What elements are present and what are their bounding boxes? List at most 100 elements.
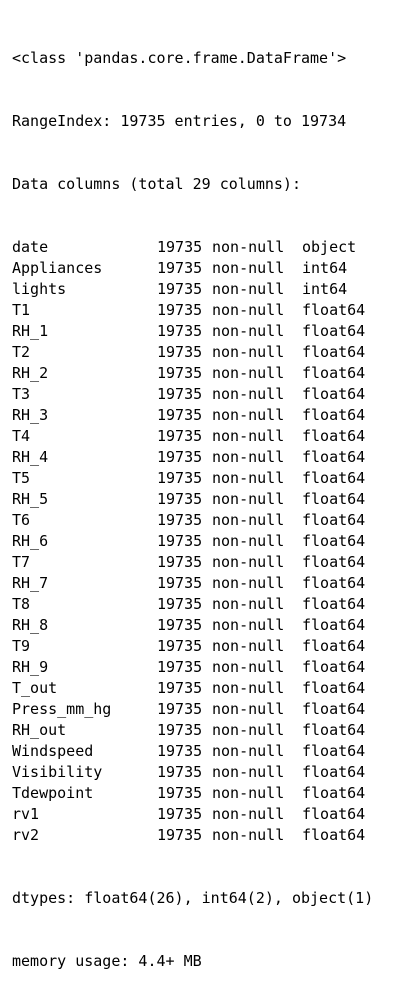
column-dtype: float64 <box>302 364 366 382</box>
column-row: T5 19735 non-null float64 <box>12 468 373 489</box>
column-row: T3 19735 non-null float64 <box>12 384 373 405</box>
column-row: rv1 19735 non-null float64 <box>12 804 373 825</box>
column-nullness: non-null <box>212 448 285 466</box>
column-count: 19735 <box>157 658 203 676</box>
column-count: 19735 <box>157 763 203 781</box>
column-nullness: non-null <box>212 259 285 277</box>
column-dtype: float64 <box>302 448 366 466</box>
column-name: lights <box>12 280 67 298</box>
column-count: 19735 <box>157 406 203 424</box>
column-nullness: non-null <box>212 805 285 823</box>
column-count: 19735 <box>157 343 203 361</box>
column-name: RH_2 <box>12 364 49 382</box>
column-name: T9 <box>12 637 31 655</box>
column-dtype: float64 <box>302 427 366 445</box>
column-name: Appliances <box>12 259 103 277</box>
column-count: 19735 <box>157 364 203 382</box>
column-name: T5 <box>12 469 31 487</box>
column-nullness: non-null <box>212 469 285 487</box>
column-count: 19735 <box>157 490 203 508</box>
column-row: RH_2 19735 non-null float64 <box>12 363 373 384</box>
column-count: 19735 <box>157 259 203 277</box>
column-nullness: non-null <box>212 679 285 697</box>
column-list: date 19735 non-null object Appliances 19735 no… <box>12 237 373 846</box>
column-name: T8 <box>12 595 31 613</box>
column-row: T8 19735 non-null float64 <box>12 594 373 615</box>
column-nullness: non-null <box>212 301 285 319</box>
column-nullness: non-null <box>212 658 285 676</box>
column-name: RH_out <box>12 721 67 739</box>
column-count: 19735 <box>157 301 203 319</box>
column-name: RH_5 <box>12 490 49 508</box>
column-name: rv1 <box>12 805 40 823</box>
column-row: Visibility 19735 non-null float64 <box>12 762 373 783</box>
column-count: 19735 <box>157 595 203 613</box>
column-name: RH_4 <box>12 448 49 466</box>
column-nullness: non-null <box>212 385 285 403</box>
column-dtype: float64 <box>302 511 366 529</box>
column-count: 19735 <box>157 511 203 529</box>
column-count: 19735 <box>157 322 203 340</box>
column-dtype: float64 <box>302 700 366 718</box>
column-count: 19735 <box>157 637 203 655</box>
column-dtype: float64 <box>302 301 366 319</box>
column-dtype: float64 <box>302 763 366 781</box>
column-count: 19735 <box>157 427 203 445</box>
column-nullness: non-null <box>212 763 285 781</box>
column-nullness: non-null <box>212 826 285 844</box>
column-dtype: float64 <box>302 343 366 361</box>
column-count: 19735 <box>157 826 203 844</box>
range-index-line: RangeIndex: 19735 entries, 0 to 19734 <box>12 112 347 130</box>
column-row: RH_9 19735 non-null float64 <box>12 657 373 678</box>
column-name: RH_8 <box>12 616 49 634</box>
class-line: <class 'pandas.core.frame.DataFrame'> <box>12 49 347 67</box>
column-nullness: non-null <box>212 616 285 634</box>
column-count: 19735 <box>157 742 203 760</box>
column-row: RH_1 19735 non-null float64 <box>12 321 373 342</box>
column-row: RH_out 19735 non-null float64 <box>12 720 373 741</box>
column-count: 19735 <box>157 616 203 634</box>
dtypes-line: dtypes: float64(26), int64(2), object(1) <box>12 889 374 907</box>
column-name: T6 <box>12 511 31 529</box>
column-dtype: float64 <box>302 679 366 697</box>
column-name: Windspeed <box>12 742 94 760</box>
column-name: T7 <box>12 553 31 571</box>
column-name: T3 <box>12 385 31 403</box>
column-name: RH_9 <box>12 658 49 676</box>
column-nullness: non-null <box>212 364 285 382</box>
column-row: T4 19735 non-null float64 <box>12 426 373 447</box>
column-nullness: non-null <box>212 700 285 718</box>
column-dtype: object <box>302 238 357 256</box>
column-nullness: non-null <box>212 238 285 256</box>
column-dtype: float64 <box>302 574 366 592</box>
column-row: RH_4 19735 non-null float64 <box>12 447 373 468</box>
column-name: T1 <box>12 301 31 319</box>
column-count: 19735 <box>157 553 203 571</box>
column-row: RH_6 19735 non-null float64 <box>12 531 373 552</box>
column-row: rv2 19735 non-null float64 <box>12 825 373 846</box>
column-name: Tdewpoint <box>12 784 94 802</box>
column-dtype: float64 <box>302 784 366 802</box>
column-dtype: float64 <box>302 616 366 634</box>
column-name: T2 <box>12 343 31 361</box>
memory-usage-line: memory usage: 4.4+ MB <box>12 952 202 970</box>
column-name: date <box>12 238 49 256</box>
column-nullness: non-null <box>212 280 285 298</box>
column-row: T7 19735 non-null float64 <box>12 552 373 573</box>
column-row: RH_5 19735 non-null float64 <box>12 489 373 510</box>
column-nullness: non-null <box>212 742 285 760</box>
column-nullness: non-null <box>212 490 285 508</box>
column-row: T_out 19735 non-null float64 <box>12 678 373 699</box>
column-count: 19735 <box>157 574 203 592</box>
column-dtype: float64 <box>302 595 366 613</box>
column-dtype: float64 <box>302 805 366 823</box>
column-row: Tdewpoint 19735 non-null float64 <box>12 783 373 804</box>
column-count: 19735 <box>157 238 203 256</box>
column-nullness: non-null <box>212 721 285 739</box>
column-row: T2 19735 non-null float64 <box>12 342 373 363</box>
column-name: rv2 <box>12 826 40 844</box>
dataframe-info-output: <class 'pandas.core.frame.DataFrame'> Ra… <box>12 6 373 993</box>
column-row: T9 19735 non-null float64 <box>12 636 373 657</box>
column-count: 19735 <box>157 721 203 739</box>
column-dtype: float64 <box>302 742 366 760</box>
